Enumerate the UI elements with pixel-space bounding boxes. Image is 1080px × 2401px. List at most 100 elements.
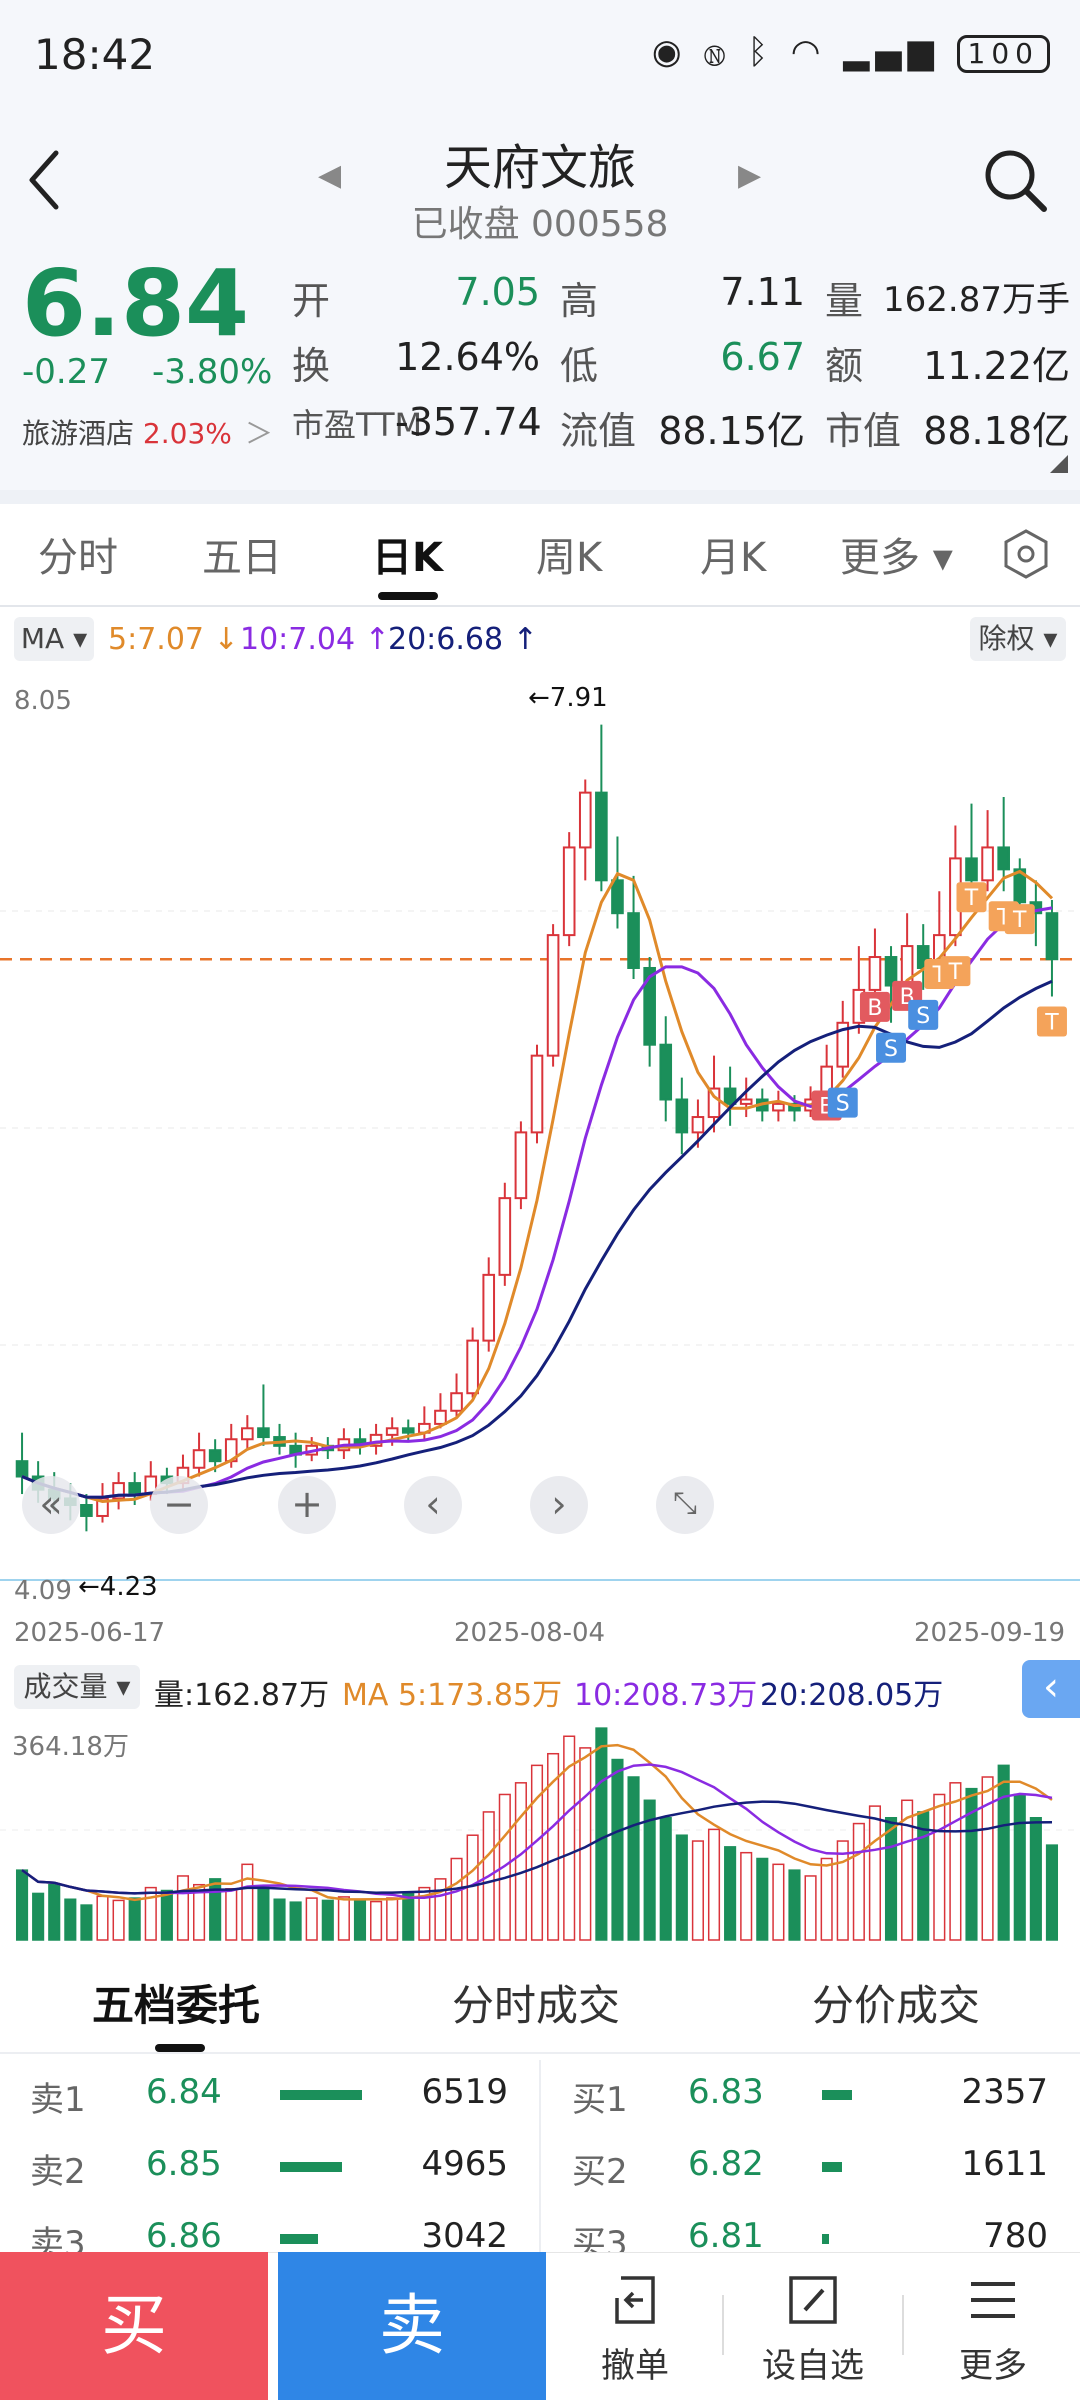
candle-body [595,791,608,882]
candle-body [981,846,994,882]
cancel-order-button[interactable]: 撤单 [550,2270,720,2387]
sector-name: 旅游酒店 [22,417,135,450]
tab-weekly-k[interactable]: 周K [536,525,602,583]
volume-bar [96,1895,109,1941]
signal-label: B [867,996,882,1021]
tab-price-trades[interactable]: 分价成交 [812,1972,980,2033]
sell-level-bar [280,2234,318,2244]
signal-label: T [1012,908,1027,933]
sell-button[interactable]: 卖 [278,2252,546,2400]
order-divider [0,2052,1080,2054]
volume-bar [144,1886,157,1941]
candle-body [385,1427,399,1436]
fullscreen-button[interactable]: ⤡ [656,1476,714,1534]
market-cap-value: 88.18亿 [923,409,1070,453]
candle-body [241,1427,254,1441]
volume-bar [64,1898,77,1941]
ma5-line [21,869,1054,1504]
tab-tick-trades[interactable]: 分时成交 [452,1972,620,2033]
signal-label: T [964,886,979,911]
order-book-divider [539,2060,541,2260]
candle-body [208,1449,222,1463]
settings-hexagon-icon[interactable] [1000,528,1052,580]
volume-today: 量:162.87万 [154,1678,330,1713]
volume-bar [209,1878,222,1941]
volume-bar [804,1875,817,1941]
float-cap-value: 88.15亿 [658,409,805,453]
battery-icon: 100 [956,35,1050,73]
volume-bar [1013,1793,1026,1941]
volume-bar [691,1840,704,1941]
price-change-pct: -3.80% [152,352,273,392]
volume-bar [80,1904,93,1941]
volume-bar [868,1805,881,1941]
candle-body [128,1482,142,1496]
volume-bar [949,1782,962,1941]
candle-body [546,934,560,1057]
volume-indicator-selector[interactable]: 成交量 ▾ [14,1665,140,1709]
ma10-value: 10:7.04 ↑ [240,622,390,657]
eye-icon: ◉ [651,32,688,72]
tab-more[interactable]: 更多 ▾ [840,525,953,583]
volume-bar [241,1863,254,1941]
expand-corner-icon[interactable] [1050,455,1068,473]
tab-underline [378,592,438,600]
candle-body [675,1098,689,1134]
scroll-left-button[interactable]: ‹ [404,1476,462,1534]
tab-five-day[interactable]: 五日 [202,525,282,583]
next-stock-icon[interactable]: ▶ [738,158,761,193]
volume-bar [321,1899,334,1941]
low-marker: ←4.23 [78,1572,158,1602]
candle-body [1045,912,1059,961]
candle-body [997,846,1010,871]
buy-level-label: 买1 [572,2080,628,2120]
buy-level-bar [822,2234,829,2244]
scroll-start-button[interactable]: « [22,1476,80,1534]
add-watchlist-button[interactable]: 设自选 [728,2270,898,2387]
tab-order-book[interactable]: 五档委托 [92,1972,260,2033]
buy-level-bar [822,2090,852,2100]
volume-bar [15,1869,29,1941]
buy-level-qty: 780 [983,2216,1048,2256]
adjust-selector[interactable]: 除权 ▾ [970,617,1066,661]
menu-icon [971,2282,1015,2318]
tab-monthly-k[interactable]: 月K [700,525,766,583]
chevron-right-icon: ＞ [245,417,274,450]
candle-body [659,1043,673,1101]
collapse-panel-button[interactable]: ‹ [1022,1660,1080,1718]
pe-value: -357.74 [395,400,542,444]
indicator-selector[interactable]: MA ▾ [14,617,94,661]
candle-body [772,1102,785,1112]
date-mid: 2025-08-04 [454,1618,606,1648]
price-top-label: 8.05 [14,686,72,716]
volume-bar [740,1851,753,1941]
search-icon[interactable] [980,145,1050,215]
sector-link[interactable]: 旅游酒店 2.03% [22,412,232,452]
zoom-in-button[interactable]: + [278,1476,336,1534]
sell-level-qty: 6519 [421,2072,508,2112]
volume-bar [659,1817,672,1941]
tabs-divider [0,605,1080,607]
tab-intraday[interactable]: 分时 [38,525,118,583]
volume-bar [305,1897,318,1941]
turnover-label: 换 [292,344,331,388]
signal-label: S [836,1092,850,1117]
tab-daily-k[interactable]: 日K [372,525,443,583]
candle-body [562,846,576,937]
volume-bar [289,1901,302,1941]
buy-button[interactable]: 买 [0,2252,268,2400]
candle-body [530,1054,544,1134]
more-button[interactable]: 更多 [908,2270,1078,2387]
candle-body [466,1339,479,1395]
zoom-out-button[interactable]: − [150,1476,208,1534]
price-change: -0.27 [22,352,110,392]
volume-bar [434,1878,447,1941]
signal-label: T [948,960,963,985]
sell-level-label: 卖2 [30,2152,86,2192]
volume-ma5: MA 5:173.85万 [342,1678,563,1713]
scroll-right-button[interactable]: › [530,1476,588,1534]
volume-bar [724,1846,737,1941]
volume-ma10: 10:208.73万 [574,1678,758,1713]
bottom-separator [722,2295,724,2355]
volume-bar [257,1885,270,1941]
